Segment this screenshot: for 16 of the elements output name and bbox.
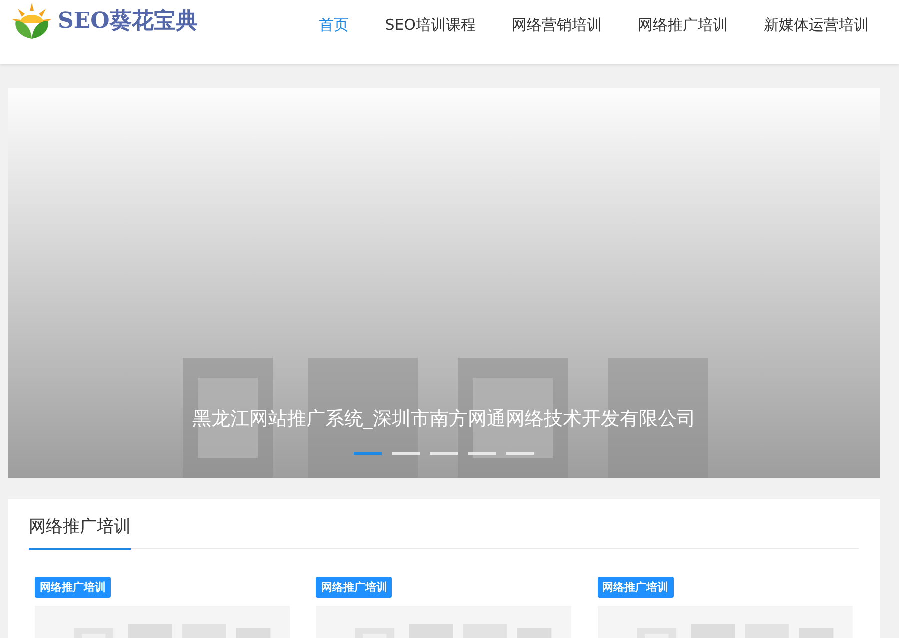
slide-indicator[interactable] bbox=[430, 452, 458, 455]
category-tag[interactable]: 网络推广培训 bbox=[598, 577, 674, 598]
slide-indicator[interactable] bbox=[468, 452, 496, 455]
slide-indicator[interactable] bbox=[506, 452, 534, 455]
category-tag[interactable]: 网络推广培训 bbox=[316, 577, 392, 598]
sun-leaves-logo-icon bbox=[10, 1, 54, 41]
nav-link[interactable]: 网络推广培训 bbox=[638, 16, 728, 34]
section-title: 网络推广培训 bbox=[29, 515, 131, 550]
nav-link[interactable]: 新媒体运营培训 bbox=[764, 16, 869, 34]
nav-link[interactable]: 首页 bbox=[319, 16, 350, 34]
nav-link[interactable]: 网络营销培训 bbox=[512, 16, 602, 34]
category-tag[interactable]: 网络推广培训 bbox=[35, 577, 111, 598]
logo-text[interactable]: SEO葵花宝典 bbox=[58, 6, 198, 36]
nav-link[interactable]: SEO培训课程 bbox=[385, 16, 476, 34]
slide-indicator[interactable] bbox=[354, 452, 382, 455]
slide-indicator[interactable] bbox=[392, 452, 420, 455]
